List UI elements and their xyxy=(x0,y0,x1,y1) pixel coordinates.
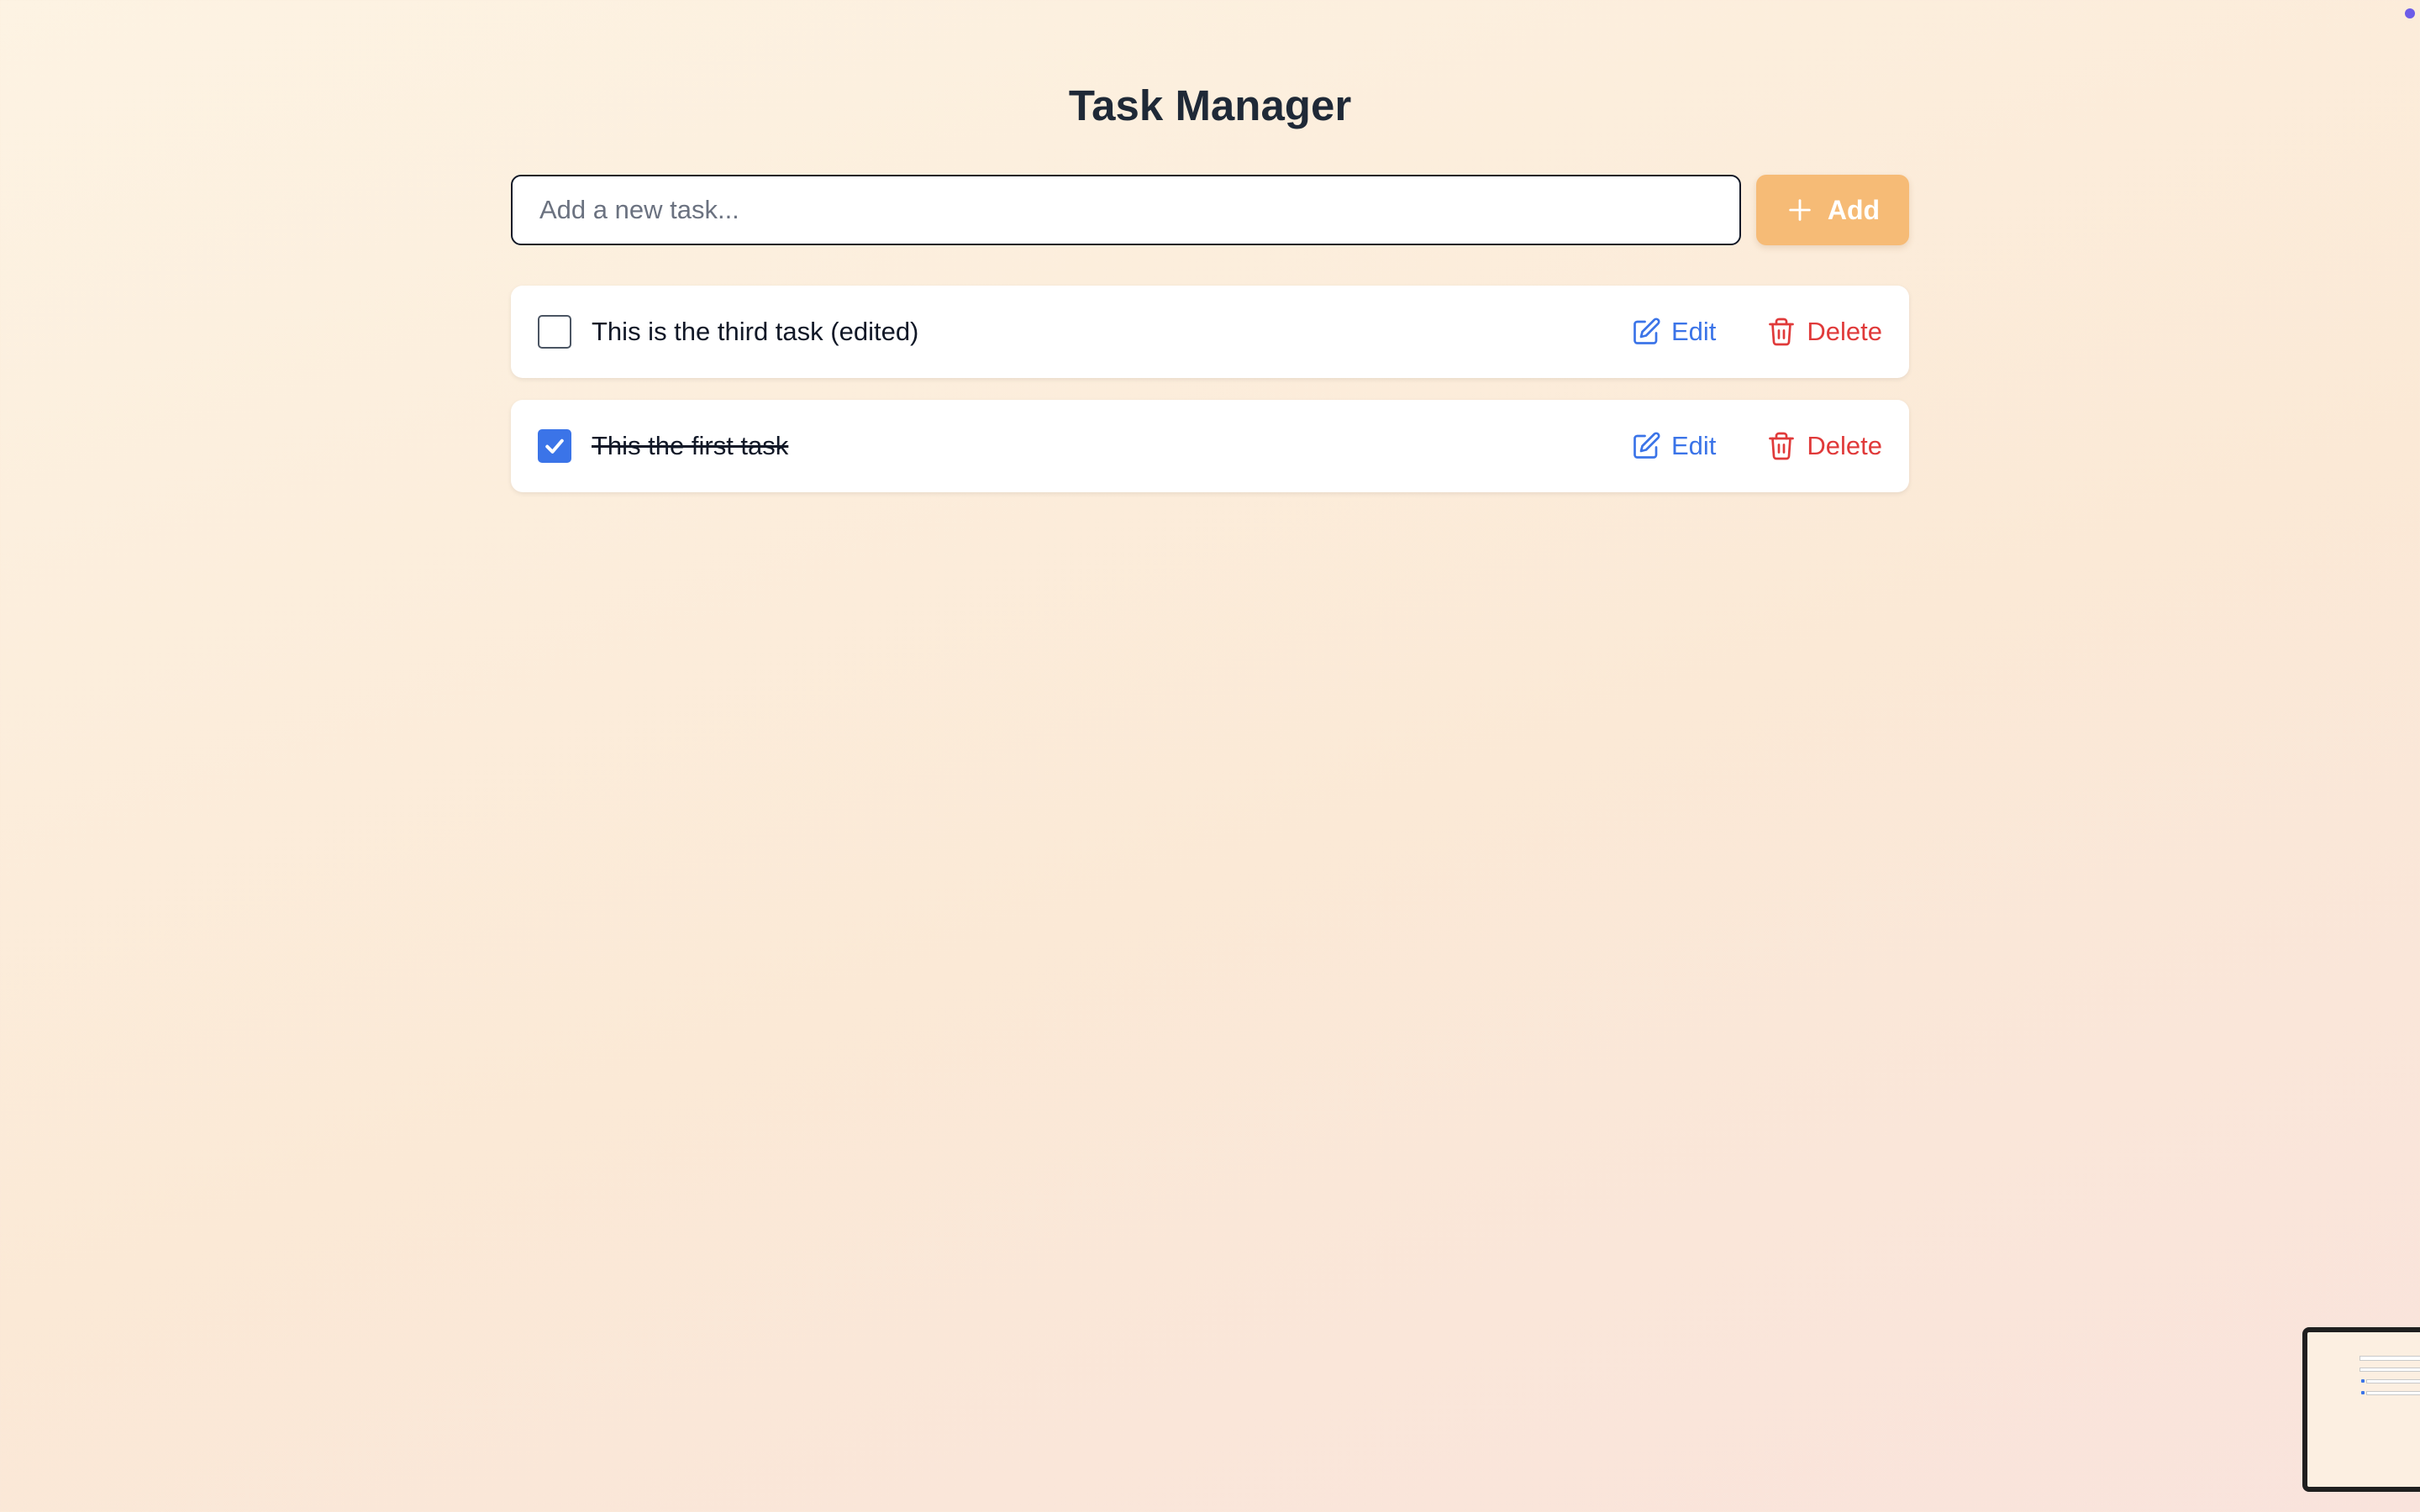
delete-label: Delete xyxy=(1807,431,1882,460)
task-text: This is the third task (edited) xyxy=(592,317,919,346)
edit-button[interactable]: Edit xyxy=(1631,431,1716,461)
status-dot xyxy=(2405,8,2415,18)
task-checkbox[interactable] xyxy=(538,429,571,463)
delete-label: Delete xyxy=(1807,317,1882,346)
page-title: Task Manager xyxy=(1068,81,1352,129)
thumbnail-row-line xyxy=(2360,1368,2420,1372)
thumbnail-row-dot xyxy=(2361,1379,2365,1383)
task-item: This the first task Edit Delete xyxy=(511,400,1909,492)
thumbnail-row-line xyxy=(2366,1379,2420,1383)
edit-label: Edit xyxy=(1670,431,1717,460)
trash-icon xyxy=(1769,432,1795,460)
thumbnail-row-line xyxy=(2366,1391,2420,1395)
add-task-form: Add xyxy=(511,175,1909,245)
task-list: This is the third task (edited) Edit Del… xyxy=(511,286,1909,514)
add-task-button[interactable]: Add xyxy=(1756,175,1909,245)
task-checkbox[interactable] xyxy=(538,315,571,349)
thumbnail-row-dot xyxy=(2361,1391,2365,1394)
plus-icon xyxy=(1789,199,1811,221)
task-actions: Edit Delete xyxy=(1631,431,1882,461)
task-actions: Edit Delete xyxy=(1631,317,1882,347)
pencil-square-icon xyxy=(1634,432,1660,459)
check-icon xyxy=(545,438,564,454)
thumbnail-input-line xyxy=(2360,1356,2420,1361)
edit-button[interactable]: Edit xyxy=(1631,317,1716,347)
screenshot-thumbnail[interactable] xyxy=(2302,1327,2420,1492)
trash-icon xyxy=(1769,318,1795,346)
task-item: This is the third task (edited) Edit Del… xyxy=(511,286,1909,378)
new-task-input[interactable] xyxy=(511,175,1741,245)
delete-button[interactable]: Delete xyxy=(1766,317,1882,347)
task-text: This the first task xyxy=(592,431,789,460)
edit-label: Edit xyxy=(1670,317,1717,346)
delete-button[interactable]: Delete xyxy=(1766,431,1882,461)
add-button-label: Add xyxy=(1827,194,1881,225)
pencil-square-icon xyxy=(1634,318,1660,344)
